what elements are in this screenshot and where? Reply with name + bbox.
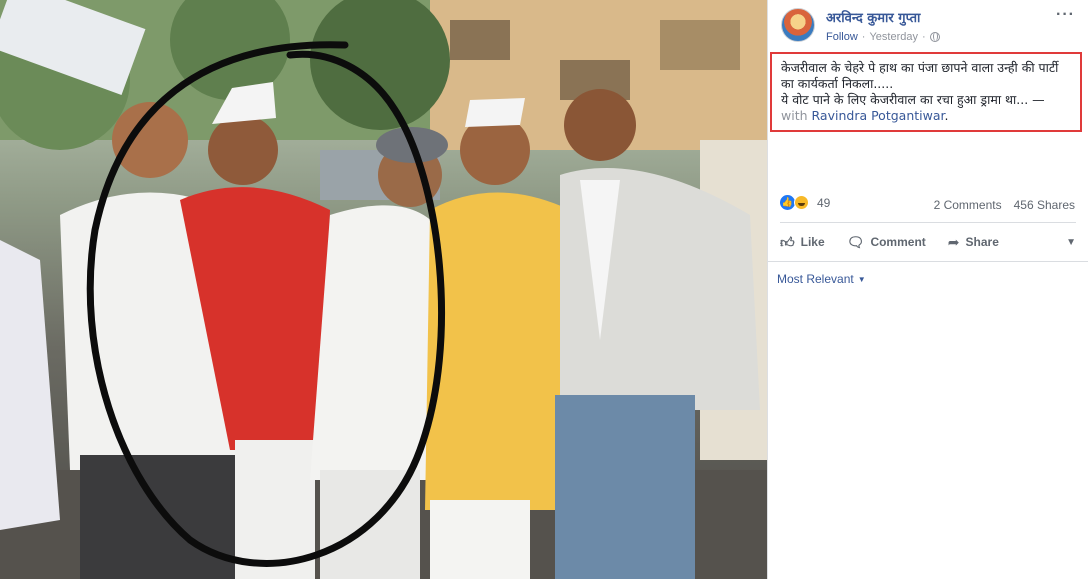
meta-separator: · bbox=[861, 31, 866, 43]
share-arrow-icon: ➦ bbox=[947, 233, 960, 250]
tagged-person-link[interactable]: Ravindra Potgantiwar bbox=[812, 108, 945, 123]
thumbs-up-icon: 👍︎ bbox=[780, 233, 795, 250]
photo-illustration bbox=[0, 0, 767, 579]
shares-count-link[interactable]: 456 Shares bbox=[1014, 198, 1075, 212]
comment-button[interactable]: 🗨︎ Comment bbox=[847, 234, 926, 251]
comments-count-link[interactable]: 2 Comments bbox=[934, 198, 1002, 212]
like-label: Like bbox=[800, 235, 825, 249]
post-text-line: ये वोट पाने के लिए केजरीवाल का रचा हुआ ड… bbox=[781, 92, 1071, 108]
tagged-line: with Ravindra Potgantiwar. bbox=[781, 108, 1071, 124]
chevron-down-icon: ▼ bbox=[857, 274, 866, 284]
post-text-line: केजरीवाल के चेहरे पे हाथ का पंजा छापने व… bbox=[781, 60, 1059, 91]
with-label: with bbox=[781, 108, 808, 123]
share-label: Share bbox=[965, 235, 999, 249]
engagement-counts: 2 Comments 456 Shares bbox=[934, 198, 1075, 212]
post-panel: अरविन्द कुमार गुप्ता Follow · Yesterday … bbox=[767, 0, 1088, 579]
comment-sort-dropdown[interactable]: Most Relevant ▼ bbox=[777, 272, 866, 286]
caret-down-icon[interactable]: ▼ bbox=[1066, 237, 1076, 248]
like-reaction-icon: 👍 bbox=[780, 195, 795, 210]
reactions-summary[interactable]: 👍 49 bbox=[780, 195, 830, 210]
share-button[interactable]: ➦ Share bbox=[948, 234, 999, 251]
comment-label: Comment bbox=[870, 235, 926, 249]
more-options-icon[interactable]: ··· bbox=[1056, 6, 1075, 24]
post-text-line2: ये वोट पाने के लिए केजरीवाल का रचा हुआ ड… bbox=[781, 92, 1045, 107]
follow-link[interactable]: Follow bbox=[826, 31, 858, 43]
haha-reaction-icon bbox=[794, 195, 809, 210]
post-photo[interactable] bbox=[0, 0, 767, 579]
post-meta: Follow · Yesterday · bbox=[826, 31, 940, 43]
divider bbox=[768, 261, 1088, 262]
action-bar: 👍︎ Like 🗨︎ Comment ➦ Share ▼ bbox=[780, 226, 1076, 258]
tagged-suffix: . bbox=[944, 108, 949, 123]
sort-label: Most Relevant bbox=[777, 272, 854, 286]
author-avatar[interactable] bbox=[781, 8, 815, 42]
reaction-count: 49 bbox=[817, 195, 831, 210]
author-name[interactable]: अरविन्द कुमार गुप्ता bbox=[826, 8, 920, 26]
meta-separator: · bbox=[922, 31, 926, 43]
comment-bubble-icon: 🗨︎ bbox=[846, 233, 865, 250]
globe-icon bbox=[929, 32, 940, 42]
divider bbox=[780, 222, 1076, 223]
post-time[interactable]: Yesterday bbox=[869, 31, 918, 43]
post-text-highlighted: केजरीवाल के चेहरे पे हाथ का पंजा छापने व… bbox=[770, 52, 1082, 132]
like-button[interactable]: 👍︎ Like bbox=[780, 234, 825, 251]
